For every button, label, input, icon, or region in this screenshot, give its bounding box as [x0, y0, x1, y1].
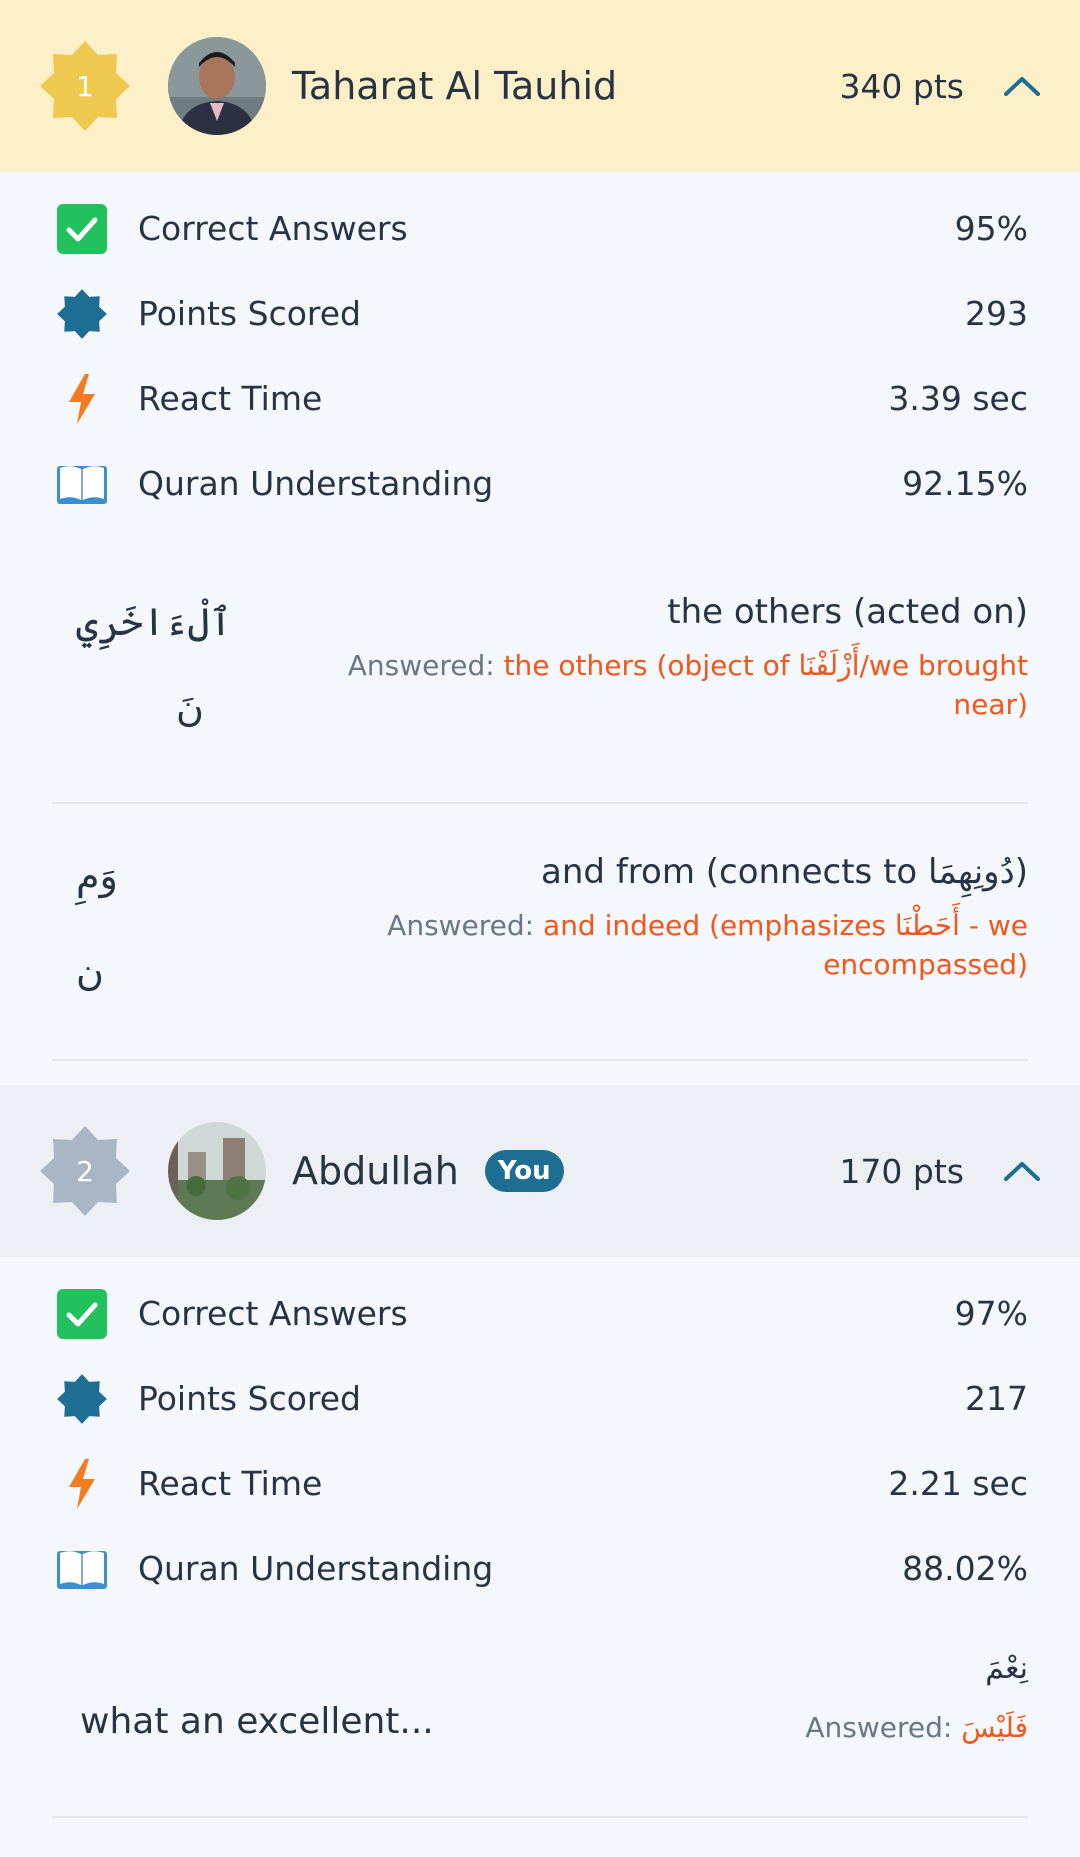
- player-2-header[interactable]: 2 Abdullah You 170 pts: [0, 1085, 1080, 1257]
- arabic-word: وَمِ ن: [76, 826, 216, 1022]
- answered-value: encompassed): [823, 948, 1028, 981]
- arabic-word: ٱلْءَاخَرِي نَ: [76, 572, 232, 758]
- avatar: [168, 37, 266, 135]
- stat-value: 88.02%: [902, 1549, 1028, 1588]
- answered-label: Answered:: [805, 1711, 953, 1744]
- rank-number: 2: [76, 1154, 94, 1188]
- stat-label: Correct Answers: [138, 1294, 408, 1333]
- answer-item: وَمِ ن and from (connects to دُونِهِمَا)…: [52, 804, 1028, 1061]
- star-badge-icon: [56, 1373, 108, 1425]
- answer-item: what an excellent... نِعْمَ Answered: فَ…: [52, 1651, 1028, 1818]
- answer-item: ٱلْءَاخَرِي نَ the others (acted on) Ans…: [52, 572, 1028, 804]
- arabic-word: نِعْمَ: [985, 1651, 1028, 1686]
- player-points: 170 pts: [839, 1151, 964, 1191]
- avatar: [168, 1122, 266, 1220]
- answered-label: Answered:: [387, 909, 535, 942]
- question-text: what an excellent...: [80, 1701, 434, 1742]
- stat-react-time: React Time 2.21 sec: [56, 1441, 1028, 1526]
- player-points: 340 pts: [839, 66, 964, 106]
- player-name: Abdullah: [292, 1149, 459, 1193]
- answered-value: and indeed (emphasizes أَحَطْنَا - we: [543, 909, 1028, 942]
- player-1-header[interactable]: 1 Taharat Al Tauhid 340 pts: [0, 0, 1080, 172]
- stat-label: React Time: [138, 379, 323, 418]
- book-icon: [56, 458, 108, 510]
- answered-label: Answered:: [347, 649, 495, 682]
- arabic-word-line: ٱلْءَاخَرِي: [76, 600, 232, 644]
- stat-label: Quran Understanding: [138, 464, 494, 503]
- stat-value: 3.39 sec: [888, 379, 1028, 418]
- stat-quran-understanding: Quran Understanding 92.15%: [56, 441, 1028, 526]
- stat-value: 92.15%: [902, 464, 1028, 503]
- stat-value: 97%: [954, 1294, 1028, 1333]
- stat-label: Quran Understanding: [138, 1549, 494, 1588]
- stat-label: React Time: [138, 1464, 323, 1503]
- stat-react-time: React Time 3.39 sec: [56, 356, 1028, 441]
- player-1-stats: Correct Answers 95% Points Scored 293 Re…: [0, 172, 1080, 526]
- lightning-icon: [56, 373, 108, 425]
- chevron-up-icon[interactable]: [1002, 1159, 1042, 1183]
- stat-value: 293: [965, 294, 1028, 333]
- chevron-up-icon[interactable]: [1002, 74, 1042, 98]
- player-2-stats: Correct Answers 97% Points Scored 217 Re…: [0, 1257, 1080, 1611]
- check-icon: [56, 203, 108, 255]
- lightning-icon: [56, 1458, 108, 1510]
- rank-badge: 1: [38, 39, 132, 133]
- arabic-word-line: وَمِ: [76, 854, 118, 898]
- stat-quran-understanding: Quran Understanding 88.02%: [56, 1526, 1028, 1611]
- star-badge-icon: [56, 288, 108, 340]
- answered-value: فَلَيْسَ: [961, 1711, 1028, 1744]
- stat-value: 2.21 sec: [888, 1464, 1028, 1503]
- stat-label: Correct Answers: [138, 209, 408, 248]
- stat-points-scored: Points Scored 293: [56, 271, 1028, 356]
- rank-badge: 2: [38, 1124, 132, 1218]
- stat-label: Points Scored: [138, 294, 361, 333]
- book-icon: [56, 1543, 108, 1595]
- stat-label: Points Scored: [138, 1379, 361, 1418]
- answered-value: near): [953, 688, 1028, 721]
- stat-points-scored: Points Scored 217: [56, 1356, 1028, 1441]
- you-badge: You: [484, 1150, 564, 1192]
- arabic-word-line: ن: [76, 950, 104, 994]
- answered-value: the others (object of أَزْلَفْنَا/we bro…: [503, 649, 1028, 682]
- arabic-word-line: نَ: [176, 686, 204, 730]
- check-icon: [56, 1288, 108, 1340]
- rank-number: 1: [76, 69, 94, 103]
- stat-value: 217: [965, 1379, 1028, 1418]
- stat-correct-answers: Correct Answers 97%: [56, 1271, 1028, 1356]
- stat-value: 95%: [954, 209, 1028, 248]
- player-name: Taharat Al Tauhid: [292, 64, 618, 108]
- stat-correct-answers: Correct Answers 95%: [56, 186, 1028, 271]
